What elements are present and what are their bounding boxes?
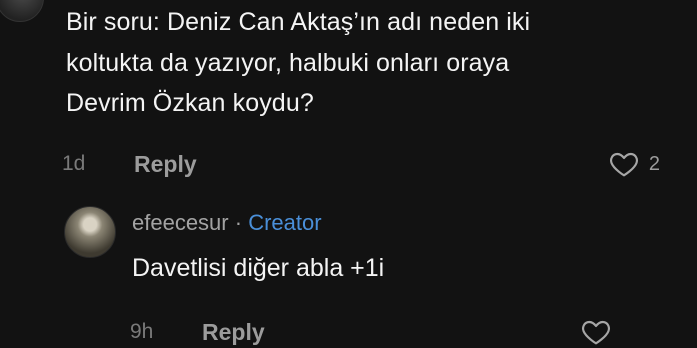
comment-text: Bir soru: Deniz Can Aktaş’ın adı neden i… <box>66 8 531 117</box>
comment-timestamp: 1d <box>62 152 86 175</box>
like-count: 2 <box>648 152 660 175</box>
commenter-avatar[interactable] <box>0 0 44 22</box>
reply-timestamp: 9h <box>130 320 154 343</box>
heart-outline-icon[interactable] <box>579 316 613 348</box>
reply-text: Davetlisi diğer abla +1i <box>132 254 385 282</box>
reply-username-line: efeecesur · Creator <box>132 210 322 236</box>
reply-username[interactable]: efeecesur <box>132 210 229 235</box>
heart-outline-icon[interactable] <box>607 148 641 180</box>
reply-avatar[interactable] <box>64 206 116 258</box>
like-group: 2 <box>607 147 660 181</box>
comment-meta-row: 1d Reply 2 <box>62 147 682 181</box>
creator-badge: Creator <box>248 210 322 235</box>
reply-button[interactable]: Reply <box>134 151 197 178</box>
username-separator: · <box>228 210 249 235</box>
reply-meta-row: 9h Reply <box>130 316 620 348</box>
reply-to-reply-button[interactable]: Reply <box>202 319 265 346</box>
